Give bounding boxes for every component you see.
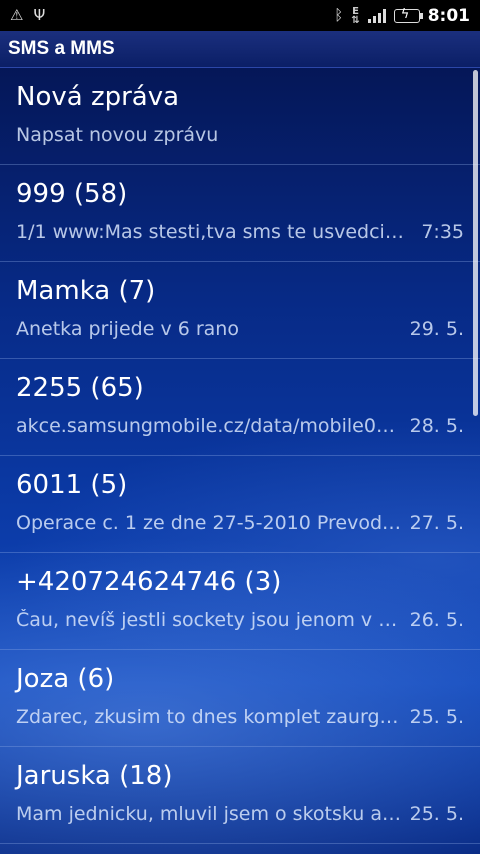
list-item[interactable]: 999 (58) 1/1 www:Mas stesti,tva sms te u… [0,165,480,262]
thread-snippet: Mam jednicku, mluvil jsem o skotsku asi … [16,803,406,825]
list-item[interactable]: 6011 (5) Operace c. 1 ze dne 27-5-2010 P… [0,456,480,553]
list-item[interactable]: Mamka (7) Anetka prijede v 6 rano 29. 5. [0,262,480,359]
status-bar: ⚠ Ψ ᛒ E ⇅ ϟ 8:01 [0,0,480,31]
list-item[interactable]: Jaruska (18) Mam jednicku, mluvil jsem o… [0,747,480,844]
thread-time: 25. 5. [409,706,464,728]
thread-snippet: 1/1 www:Mas stesti,tva sms te usvedcila,… [16,221,406,243]
new-message-subtitle: Napsat novou zprávu [16,124,219,146]
thread-time: 26. 5. [409,609,464,631]
app-title-bar: SMS a MMS [0,31,480,68]
thread-name: +420724624746 (3) [16,567,282,597]
thread-snippet: Anetka prijede v 6 rano [16,318,239,340]
thread-snippet: akce.samsungmobile.cz/data/mobile05/inde… [16,415,406,437]
thread-time: 25. 5. [409,803,464,825]
thread-time: 7:35 [421,221,464,243]
edge-data-icon: E ⇅ [351,5,360,26]
list-item[interactable]: +420724624746 (3) Čau, nevíš jestli sock… [0,553,480,650]
network-type: E [352,5,359,17]
list-item[interactable]: 2255 (65) akce.samsungmobile.cz/data/mob… [0,359,480,456]
status-time: 8:01 [427,5,470,26]
app-title: SMS a MMS [8,38,115,59]
thread-snippet: Čau, nevíš jestli sockety jsou jenom v m… [16,609,406,631]
thread-name: 6011 (5) [16,470,128,500]
new-message-label: Nová zpráva [16,82,180,112]
signal-icon [367,8,386,23]
thread-time: 28. 5. [409,415,464,437]
warning-icon: ⚠ [10,6,24,24]
status-right: ᛒ E ⇅ ϟ 8:01 [334,6,480,26]
thread-name: 2255 (65) [16,373,144,403]
usb-icon: Ψ [33,6,46,24]
list-item[interactable]: Joza (6) Zdarec, zkusim to dnes komplet … [0,650,480,747]
conversation-list[interactable]: Nová zpráva Napsat novou zprávu 999 (58)… [0,68,480,844]
scrollbar[interactable] [473,70,478,416]
thread-name: Jaruska (18) [16,761,173,791]
thread-name: Mamka (7) [16,276,156,306]
thread-time: 27. 5. [409,512,464,534]
status-left: ⚠ Ψ [0,8,45,23]
battery-charging-icon: ϟ [393,7,423,23]
thread-name: 999 (58) [16,179,128,209]
thread-snippet: Operace c. 1 ze dne 27-5-2010 Prevod z u… [16,512,406,534]
thread-time: 29. 5. [409,318,464,340]
new-message-item[interactable]: Nová zpráva Napsat novou zprávu [0,68,480,165]
bluetooth-icon: ᛒ [334,6,344,24]
thread-name: Joza (6) [16,664,115,694]
thread-snippet: Zdarec, zkusim to dnes komplet zaurgovat [16,706,406,728]
